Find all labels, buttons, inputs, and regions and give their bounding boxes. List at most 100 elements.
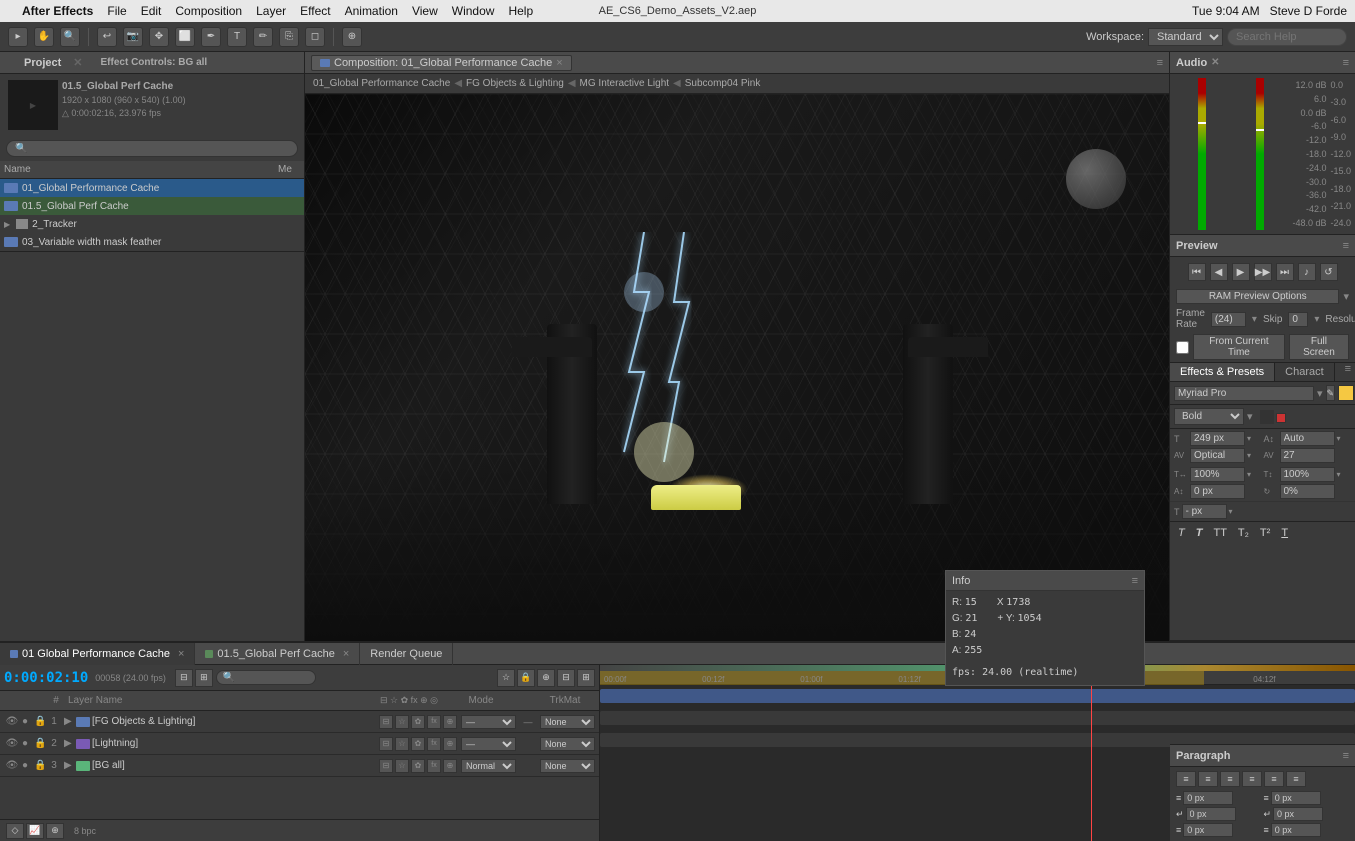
- toolbar-select-tool[interactable]: ▸: [8, 27, 28, 47]
- para-space-after-input[interactable]: [1273, 807, 1323, 821]
- ls-1-e[interactable]: ⊕: [443, 715, 457, 729]
- layer-3-solo[interactable]: ●: [22, 760, 32, 771]
- prev-loop[interactable]: ↺: [1320, 263, 1338, 281]
- layer-menu[interactable]: Layer: [256, 4, 286, 18]
- ls-3-b[interactable]: ☆: [395, 759, 409, 773]
- layer-3-trkmat[interactable]: None: [540, 759, 595, 773]
- vscale-dropdown[interactable]: ▾: [1337, 470, 1341, 479]
- ram-dropdown-btn[interactable]: ▾: [1343, 290, 1349, 303]
- tl-btn-render[interactable]: ⊞: [195, 669, 213, 687]
- para-align-justify[interactable]: ≡: [1242, 771, 1262, 787]
- timeline-tab-1[interactable]: 01.5_Global Perf Cache ×: [195, 643, 360, 665]
- para-align-center[interactable]: ≡: [1198, 771, 1218, 787]
- animation-menu[interactable]: Animation: [345, 4, 398, 18]
- tl-add-keyframe[interactable]: ◇: [6, 823, 24, 839]
- toolbar-pan-tool[interactable]: ✥: [149, 27, 169, 47]
- format-sub[interactable]: T₂: [1234, 525, 1253, 541]
- toolbar-eraser-tool[interactable]: ◻: [305, 27, 325, 47]
- toolbar-puppet-tool[interactable]: ⊕: [342, 27, 362, 47]
- leading-input[interactable]: [1280, 431, 1335, 446]
- baseline-input[interactable]: [1190, 484, 1245, 499]
- toolbar-brush-tool[interactable]: ✏: [253, 27, 273, 47]
- para-indent-first-input[interactable]: [1183, 823, 1233, 837]
- toolbar-zoom-tool[interactable]: 🔍: [60, 27, 80, 47]
- style-dropdown-btn[interactable]: ▾: [1247, 410, 1253, 423]
- character-tab[interactable]: Charact: [1275, 363, 1335, 381]
- layer-1-eye[interactable]: 👁: [4, 716, 20, 727]
- layer-3-mode[interactable]: Normal: [461, 759, 516, 773]
- para-align-left[interactable]: ≡: [1176, 771, 1196, 787]
- ls-2-e[interactable]: ⊕: [443, 737, 457, 751]
- layer-2-solo[interactable]: ●: [22, 738, 32, 749]
- preview-menu-btn[interactable]: ≡: [1343, 240, 1349, 252]
- project-item-2[interactable]: ▶ 2_Tracker: [0, 215, 304, 233]
- comp-menu-btn[interactable]: ≡: [1157, 57, 1163, 69]
- swatch-bg[interactable]: [1260, 410, 1274, 424]
- workspace-select[interactable]: Standard: [1148, 28, 1223, 46]
- para-align-justify-all[interactable]: ≡: [1286, 771, 1306, 787]
- ls-2-fx[interactable]: fx: [427, 737, 441, 751]
- para-indent-right-input[interactable]: [1271, 791, 1321, 805]
- hscale-dropdown[interactable]: ▾: [1247, 470, 1251, 479]
- ls-1-a[interactable]: ⊟: [379, 715, 393, 729]
- tl-lock-btn[interactable]: 🔒: [517, 669, 535, 687]
- size-dropdown[interactable]: ▾: [1247, 434, 1251, 443]
- ls-3-a[interactable]: ⊟: [379, 759, 393, 773]
- prev-fwd-frame[interactable]: ▶▶: [1254, 263, 1272, 281]
- file-menu[interactable]: File: [107, 4, 126, 18]
- project-item-3[interactable]: 03_Variable width mask feather: [0, 233, 304, 251]
- format-bold[interactable]: T: [1192, 525, 1207, 541]
- format-sup[interactable]: T²: [1256, 525, 1274, 541]
- from-current-time-checkbox[interactable]: [1176, 341, 1189, 354]
- app-name-menu[interactable]: After Effects: [22, 4, 93, 18]
- effects-menu-btn[interactable]: ≡: [1341, 363, 1355, 381]
- swatch-fill[interactable]: [1338, 385, 1354, 401]
- prev-first-frame[interactable]: ⏮: [1188, 263, 1206, 281]
- layer-2-expand[interactable]: ▶: [64, 738, 74, 749]
- help-menu[interactable]: Help: [508, 4, 533, 18]
- ls-2-a[interactable]: ⊟: [379, 737, 393, 751]
- toolbar-rotate-tool[interactable]: ↩: [97, 27, 117, 47]
- info-menu-btn[interactable]: ≡: [1132, 575, 1138, 587]
- comp-tab[interactable]: Composition: 01_Global Performance Cache…: [311, 55, 572, 71]
- breadcrumb-2[interactable]: MG Interactive Light: [580, 78, 669, 89]
- effect-menu[interactable]: Effect: [300, 4, 330, 18]
- prev-audio[interactable]: ♪: [1298, 263, 1316, 281]
- from-current-time-btn[interactable]: From Current Time: [1193, 334, 1285, 360]
- ls-1-b[interactable]: ☆: [395, 715, 409, 729]
- layer-2-mode[interactable]: —: [461, 737, 516, 751]
- composition-menu[interactable]: Composition: [175, 4, 242, 18]
- ls-1-c[interactable]: ✿: [411, 715, 425, 729]
- tl-btn-comp[interactable]: ⊟: [175, 669, 193, 687]
- view-menu[interactable]: View: [412, 4, 438, 18]
- vscale-input[interactable]: [1280, 467, 1335, 482]
- format-underline[interactable]: T: [1277, 525, 1292, 541]
- ls-2-c[interactable]: ✿: [411, 737, 425, 751]
- timeline-tab-close-1[interactable]: ×: [343, 643, 349, 665]
- ls-2-b[interactable]: ☆: [395, 737, 409, 751]
- tl-graph-editor[interactable]: 📈: [26, 823, 44, 839]
- search-help-input[interactable]: [1227, 28, 1347, 46]
- toolbar-clone-tool[interactable]: ⎘: [279, 27, 299, 47]
- font-size-input[interactable]: [1190, 431, 1245, 446]
- layer-1-lock[interactable]: 🔒: [34, 716, 44, 727]
- project-search-input[interactable]: [6, 140, 298, 157]
- frame-rate-dropdown[interactable]: ▾: [1252, 314, 1257, 325]
- skip-input[interactable]: [1288, 312, 1308, 327]
- para-align-right[interactable]: ≡: [1220, 771, 1240, 787]
- ls-3-e[interactable]: ⊕: [443, 759, 457, 773]
- para-indent-left-input[interactable]: [1183, 791, 1233, 805]
- timeline-tab-0[interactable]: 01 Global Performance Cache ×: [0, 643, 195, 665]
- frame-rate-input[interactable]: [1211, 312, 1246, 327]
- tl-modes-btn[interactable]: ⊟: [557, 669, 575, 687]
- effects-presets-tab[interactable]: Effects & Presets: [1170, 363, 1275, 381]
- tl-solo-btn[interactable]: ☆: [497, 669, 515, 687]
- layer-3-expand[interactable]: ▶: [64, 760, 74, 771]
- track-bar-1[interactable]: [600, 689, 1355, 703]
- ts-input[interactable]: [1182, 504, 1227, 519]
- prev-play[interactable]: ▶: [1232, 263, 1250, 281]
- para-menu-btn[interactable]: ≡: [1343, 750, 1349, 762]
- layer-1-trkmat[interactable]: None: [540, 715, 595, 729]
- para-space-before-input[interactable]: [1186, 807, 1236, 821]
- font-dropdown-btn[interactable]: ▾: [1317, 387, 1323, 400]
